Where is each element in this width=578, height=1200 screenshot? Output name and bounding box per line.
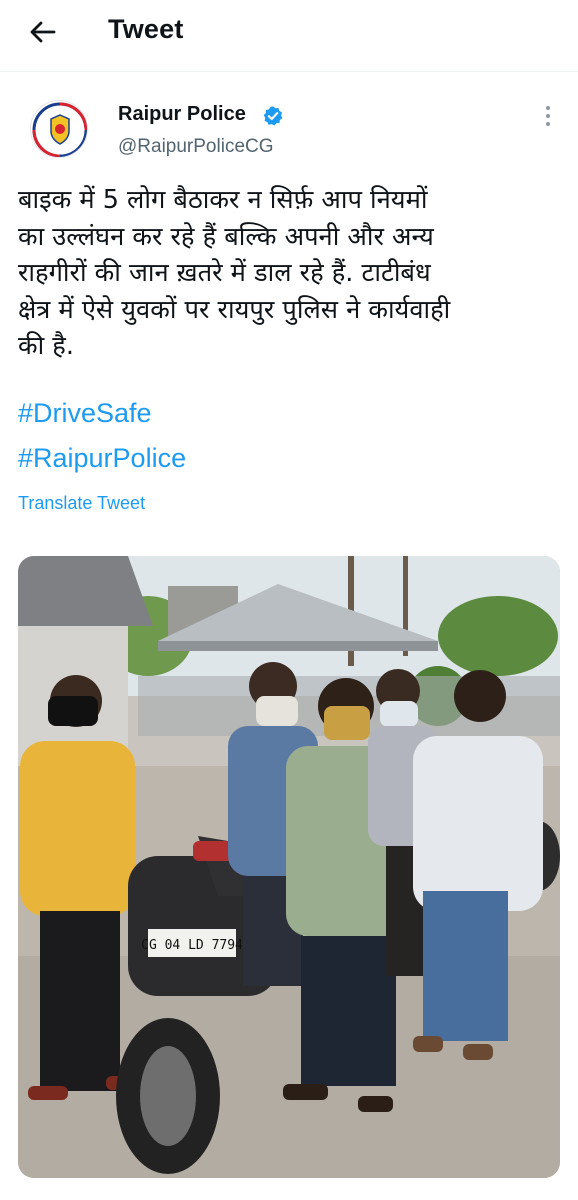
tweet-text-line: की है. [18,331,74,361]
page-title: Tweet [108,14,184,44]
author-name[interactable]: Raipur Police [118,103,246,126]
tweet-text-line: का उल्लंघन कर रहे हैं बल्कि अपनी और अन्य [18,221,434,252]
top-bar: Tweet [0,0,578,64]
hashtag-raipurpolice[interactable]: #RaipurPolice [18,443,186,474]
back-button[interactable] [22,14,62,50]
header-divider [0,71,578,72]
police-emblem-icon [32,102,87,157]
tweet-text-line: राहगीरों की जान ख़तरे में डाल रहे हैं. ट… [18,258,431,288]
more-options-button[interactable] [538,103,558,129]
tweet-text-line: क्षेत्र में ऐसे युवकों पर रायपुर पुलिस न… [18,294,451,325]
avatar[interactable] [30,100,88,158]
photo-scene: CG 04 LD 7794 [18,556,560,1178]
author-handle[interactable]: @RaipurPoliceCG [118,136,274,158]
more-dot-icon [546,106,550,110]
tweet-text-line: बाइक में 5 लोग बैठाकर न सिर्फ़ आप नियमों [18,185,428,215]
hashtag-drivesafe[interactable]: #DriveSafe [18,398,152,429]
more-dot-icon [546,122,550,126]
verified-badge-icon [263,106,283,126]
translate-tweet-link[interactable]: Translate Tweet [18,493,145,514]
more-dot-icon [546,114,550,118]
tweet-text: बाइक में 5 लोग बैठाकर न सिर्फ़ आप नियमों… [18,182,563,365]
license-plate-text: CG 04 LD 7794 [141,938,243,953]
tweet-photo[interactable]: CG 04 LD 7794 [18,556,560,1178]
arrow-left-icon [30,21,56,43]
